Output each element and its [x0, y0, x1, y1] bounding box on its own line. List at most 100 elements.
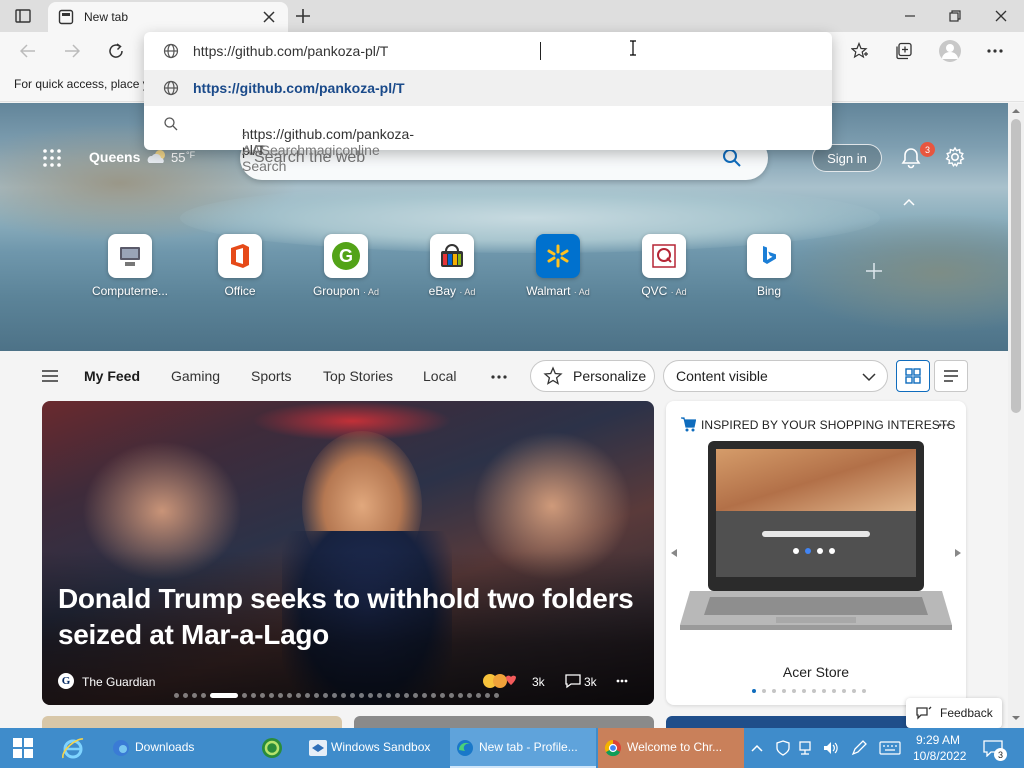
address-input-row[interactable]: https://github.com/pankoza-pl/T — [144, 33, 832, 69]
taskbar-item-chrome[interactable]: Welcome to Chr... — [598, 728, 744, 768]
network-icon[interactable] — [798, 740, 816, 756]
office-logo-icon — [231, 244, 249, 268]
reaction-count[interactable]: 3k — [532, 675, 545, 689]
touch-keyboard-icon[interactable] — [878, 740, 902, 756]
feedback-label: Feedback — [940, 706, 993, 720]
newtab-page-icon — [58, 9, 74, 25]
quick-link-label: Groupon — [312, 284, 360, 298]
story-headline[interactable]: Donald Trump seeks to withhold two folde… — [58, 581, 648, 653]
next-card-1[interactable] — [42, 716, 342, 728]
qvc-logo-icon — [652, 244, 676, 268]
weather-temperature[interactable]: 55 — [171, 150, 185, 165]
comment-icon[interactable] — [564, 673, 582, 689]
suggestion-row[interactable]: https://github.com/pankoza-pl/T - AASear… — [144, 106, 832, 174]
tab-my-feed[interactable]: My Feed — [84, 368, 140, 384]
clock-date[interactable]: 10/8/2022 — [913, 749, 966, 763]
laptop-product-image[interactable] — [676, 439, 956, 639]
quick-link-qvc[interactable]: QVC · Ad — [619, 234, 709, 298]
walmart-spark-icon — [547, 244, 569, 268]
shopping-card[interactable]: INSPIRED BY YOUR SHOPPING INTERESTS Acer… — [666, 401, 966, 705]
scrollbar-thumb[interactable] — [1011, 119, 1021, 413]
tab-actions-icon[interactable] — [14, 8, 32, 24]
grid-view-icon — [905, 368, 921, 384]
security-shield-icon[interactable] — [774, 740, 792, 756]
address-input[interactable]: https://github.com/pankoza-pl/T — [193, 43, 388, 59]
scroll-up-icon[interactable] — [1008, 106, 1024, 116]
internet-explorer-icon[interactable] — [60, 736, 86, 760]
quick-link-walmart[interactable]: Walmart · Ad — [513, 234, 603, 298]
apps-launcher-icon[interactable] — [41, 147, 63, 169]
taskbar-item-edge-new-tab[interactable]: New tab - Profile... — [450, 728, 596, 768]
ibeam-cursor — [629, 40, 637, 56]
list-view-toggle[interactable] — [934, 360, 968, 392]
feedback-button[interactable]: Feedback — [906, 698, 1002, 728]
favorites-hint: For quick access, place y — [14, 77, 149, 91]
shopping-more-icon[interactable] — [936, 421, 952, 429]
xbox-game-icon[interactable] — [260, 736, 284, 760]
close-window-button[interactable] — [991, 8, 1011, 24]
suggestion-url: https://github.com/pankoza-pl/T — [193, 80, 405, 96]
taskbar-item-windows-sandbox[interactable]: Windows Sandbox — [302, 728, 444, 768]
page-scrollbar[interactable] — [1008, 103, 1024, 728]
tab-local[interactable]: Local — [423, 368, 456, 384]
shopping-carousel-dots[interactable] — [752, 689, 866, 693]
quick-link-ebay[interactable]: eBay · Ad — [407, 234, 497, 298]
search-icon[interactable] — [722, 148, 742, 168]
weather-location[interactable]: Queens — [89, 149, 140, 165]
grid-view-toggle[interactable] — [896, 360, 930, 392]
page-settings-gear-icon[interactable] — [944, 146, 966, 168]
personalize-button[interactable]: Personalize — [530, 360, 655, 392]
tab-gaming[interactable]: Gaming — [171, 368, 220, 384]
list-view-icon — [944, 370, 958, 382]
suggestion-row[interactable]: https://github.com/pankoza-pl/T — [144, 70, 832, 106]
refresh-button[interactable] — [106, 41, 126, 61]
tab-sports[interactable]: Sports — [251, 368, 291, 384]
windows-start-icon[interactable] — [12, 738, 34, 758]
top-story-card[interactable]: Donald Trump seeks to withhold two folde… — [42, 401, 654, 705]
reaction-emojis-icon[interactable] — [482, 672, 518, 690]
tab-top-stories[interactable]: Top Stories — [323, 368, 393, 384]
story-source[interactable]: The Guardian — [82, 675, 155, 689]
carousel-indicator[interactable] — [174, 693, 499, 698]
more-tabs-icon[interactable] — [489, 373, 509, 381]
action-center-badge: 3 — [994, 748, 1007, 761]
taskbar-label: New tab - Profile... — [479, 740, 578, 754]
back-button[interactable] — [18, 41, 38, 61]
person-icon — [942, 44, 958, 59]
collections-icon[interactable] — [894, 41, 914, 61]
scroll-down-icon[interactable] — [1008, 713, 1024, 723]
favorites-icon[interactable] — [850, 41, 870, 61]
store-name[interactable]: Acer Store — [666, 664, 966, 680]
minimize-button[interactable] — [900, 8, 920, 24]
tab-new-tab[interactable]: New tab — [48, 2, 288, 32]
add-quick-link-plus-icon[interactable] — [864, 261, 884, 281]
quick-link-computernetworking[interactable]: Computerne... — [85, 234, 175, 298]
close-tab-icon[interactable] — [262, 10, 276, 24]
collapse-chevron-up-icon[interactable] — [901, 196, 917, 208]
clock-time[interactable]: 9:29 AM — [916, 733, 960, 747]
cloud-weather-icon — [146, 149, 168, 165]
content-visibility-dropdown[interactable]: Content visible — [663, 360, 888, 392]
comment-count[interactable]: 3k — [584, 675, 597, 689]
suggestion-engine: - AASearchmagiconline Search — [242, 126, 380, 174]
show-hidden-icons-chevron-up-icon[interactable] — [750, 741, 764, 755]
forward-button[interactable] — [62, 41, 82, 61]
quick-link-groupon[interactable]: G Groupon · Ad — [301, 234, 391, 298]
quick-link-office[interactable]: Office — [195, 234, 285, 298]
taskbar-item-downloads[interactable]: Downloads — [106, 728, 246, 768]
settings-more-icon[interactable] — [985, 41, 1005, 61]
ad-label: · Ad — [459, 287, 476, 297]
story-more-options-icon[interactable] — [614, 677, 630, 685]
quick-link-bing[interactable]: Bing — [724, 234, 814, 298]
address-bar-dropdown[interactable]: https://github.com/pankoza-pl/T https://… — [144, 32, 832, 174]
next-card-2[interactable] — [354, 716, 654, 728]
profile-avatar[interactable] — [939, 40, 961, 62]
new-tab-button[interactable] — [294, 7, 312, 25]
quick-link-label: Computerne... — [91, 284, 169, 298]
globe-icon — [163, 43, 179, 59]
hamburger-menu-icon[interactable] — [40, 368, 60, 384]
volume-icon[interactable] — [822, 740, 840, 756]
restore-button[interactable] — [945, 8, 965, 24]
groupon-logo-icon: G — [332, 242, 360, 270]
pen-ink-icon[interactable] — [850, 739, 868, 757]
